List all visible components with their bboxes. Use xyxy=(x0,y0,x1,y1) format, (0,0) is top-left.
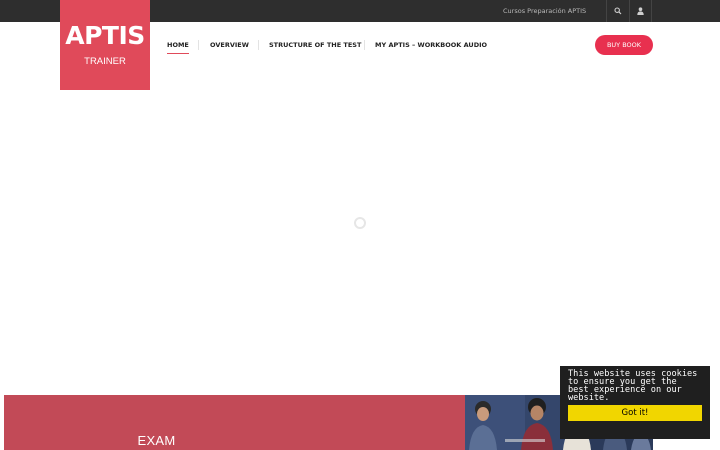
cookie-message: This website uses cookies to ensure you … xyxy=(568,369,698,403)
logo-title: APTIS xyxy=(65,21,145,50)
logo-subtitle: TRAINER xyxy=(84,56,126,67)
cookie-accept-button[interactable]: Got it! xyxy=(568,405,702,421)
user-button[interactable] xyxy=(629,0,652,22)
banner-text: EXAM xyxy=(137,433,176,448)
nav-divider xyxy=(198,40,199,50)
nav-item-workbook-audio[interactable]: MY APTIS – WORKBOOK AUDIO xyxy=(375,40,487,50)
site-logo[interactable]: APTIS TRAINER xyxy=(60,0,150,90)
top-bar-link[interactable]: Cursos Preparación APTIS xyxy=(503,7,586,15)
search-button[interactable] xyxy=(606,0,629,22)
cookie-consent-banner: This website uses cookies to ensure you … xyxy=(560,366,710,439)
loading-spinner-icon xyxy=(353,215,367,229)
nav-divider xyxy=(364,40,365,50)
nav-item-overview[interactable]: OVERVIEW xyxy=(210,40,249,50)
nav-item-home[interactable]: HOME xyxy=(167,40,189,54)
buy-book-button[interactable]: BUY BOOK xyxy=(595,35,653,55)
nav-item-structure[interactable]: STRUCTURE OF THE TEST xyxy=(269,40,361,50)
exam-banner: EXAM xyxy=(4,395,465,450)
nav-divider xyxy=(258,40,259,50)
user-icon xyxy=(637,7,644,15)
search-icon xyxy=(614,7,622,15)
